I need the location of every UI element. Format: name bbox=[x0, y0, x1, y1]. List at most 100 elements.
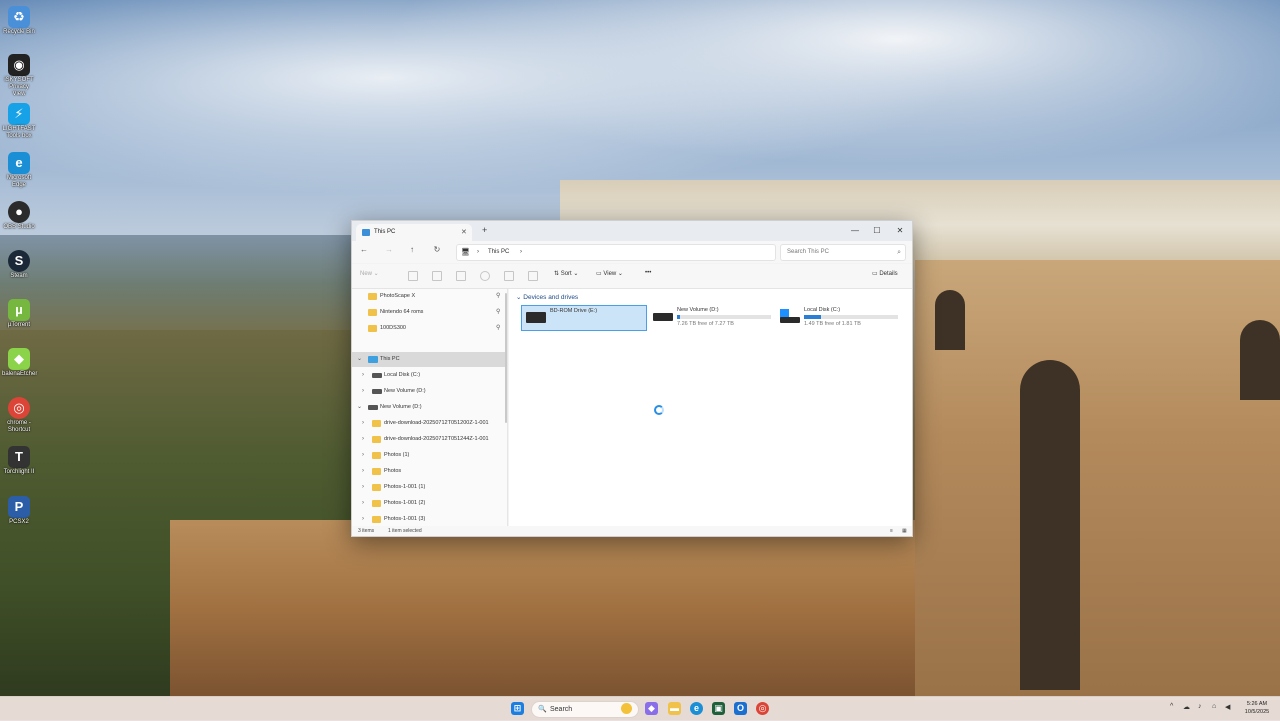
back-button[interactable]: ← bbox=[357, 245, 371, 254]
chevron-right-icon[interactable]: › bbox=[362, 480, 364, 495]
desktop-icon-chrome[interactable]: ◎ chrome - Shortcut bbox=[2, 397, 36, 434]
new-tab-button[interactable]: + bbox=[482, 225, 487, 235]
microphone-icon[interactable]: ♪ bbox=[1198, 703, 1202, 710]
file-explorer-icon[interactable]: ▬ bbox=[668, 702, 681, 715]
nav-item-pinned[interactable]: Nintendo 64 roms ⚲ bbox=[352, 305, 505, 320]
more-options-button[interactable]: ••• bbox=[645, 270, 651, 276]
drive-tile-new-volume[interactable]: New Volume (D:) 7.26 TB free of 7.27 TB bbox=[649, 305, 773, 329]
obs-icon: ● bbox=[8, 201, 30, 223]
nav-item-folder[interactable]: › Photos (1) bbox=[352, 448, 505, 463]
refresh-button[interactable]: ↻ bbox=[430, 245, 444, 254]
details-button[interactable]: ▭ Details bbox=[872, 270, 898, 277]
tab-this-pc[interactable]: This PC ✕ bbox=[356, 224, 472, 241]
desktop-icon-torchlight[interactable]: T Torchlight II bbox=[2, 446, 36, 476]
group-header-label: Devices and drives bbox=[523, 294, 579, 301]
desktop-icon-label: PCSX2 bbox=[9, 519, 29, 525]
cut-icon[interactable] bbox=[408, 271, 418, 281]
address-bar[interactable]: 🖥 › This PC › bbox=[456, 244, 776, 261]
drive-tile-bd-rom[interactable]: BD-ROM Drive (E:) bbox=[521, 305, 647, 331]
monitor-icon: 🖥 bbox=[461, 249, 470, 256]
up-button[interactable]: ↑ bbox=[405, 245, 419, 254]
tray-overflow-icon[interactable]: ^ bbox=[1170, 703, 1173, 710]
edge-icon[interactable]: e bbox=[690, 702, 703, 715]
nav-item-drive[interactable]: › New Volume (D:) bbox=[352, 384, 505, 399]
view-button[interactable]: ▭ View ⌄ bbox=[596, 270, 623, 277]
search-box[interactable]: Search This PC ⌕ bbox=[780, 244, 906, 261]
drive-tile-local-disk[interactable]: Local Disk (C:) 1.49 TB free of 1.81 TB bbox=[776, 305, 900, 329]
breadcrumb-this-pc[interactable]: This PC bbox=[488, 245, 509, 260]
new-button[interactable]: New ⌄ bbox=[360, 270, 379, 277]
nav-item-folder[interactable]: › Photos-1-001 (1) bbox=[352, 480, 505, 495]
desktop-icon-obs[interactable]: ● OBS Studio bbox=[2, 201, 36, 231]
desktop-icon-steam[interactable]: S Steam bbox=[2, 250, 36, 280]
close-window-button[interactable]: ✕ bbox=[889, 223, 911, 239]
sort-button[interactable]: ⇅ Sort ⌄ bbox=[554, 270, 578, 277]
nav-item-pinned[interactable]: PhotoScape X ⚲ bbox=[352, 289, 505, 304]
chevron-right-icon[interactable]: › bbox=[362, 496, 364, 511]
search-icon: 🔍 bbox=[538, 706, 547, 713]
nav-item-folder[interactable]: › Photos-1-001 (3) bbox=[352, 512, 505, 526]
chevron-right-icon[interactable]: › bbox=[362, 464, 364, 479]
chevron-right-icon[interactable]: › bbox=[362, 368, 364, 383]
folder-icon bbox=[368, 293, 377, 300]
store-icon[interactable]: ▣ bbox=[712, 702, 725, 715]
nav-item-pinned[interactable]: 100DS300 ⚲ bbox=[352, 321, 505, 336]
loading-spinner-icon bbox=[654, 405, 664, 415]
desktop-icon-privacy-view[interactable]: ◉ iSKYSOFT Privacy View bbox=[2, 54, 36, 98]
edge-icon: e bbox=[8, 152, 30, 174]
nav-item-folder[interactable]: › drive-download-20250712T051200Z-1-001 bbox=[352, 416, 505, 431]
view-label: View bbox=[603, 271, 617, 277]
file-explorer-window: This PC ✕ + — ☐ ✕ ← → ↑ ↻ 🖥 › This PC › … bbox=[351, 220, 913, 537]
list-view-icon[interactable]: ≡ bbox=[890, 526, 893, 536]
item-count: 3 items bbox=[358, 528, 375, 534]
nav-item-drive[interactable]: › Local Disk (C:) bbox=[352, 368, 505, 383]
maximize-button[interactable]: ☐ bbox=[866, 223, 888, 239]
copy-icon[interactable] bbox=[432, 271, 442, 281]
delete-icon[interactable] bbox=[528, 271, 538, 281]
pin-icon: ⚲ bbox=[496, 293, 501, 299]
chevron-right-icon[interactable]: › bbox=[362, 416, 364, 431]
chevron-right-icon[interactable]: › bbox=[362, 512, 364, 526]
desktop-icon-pcsx2[interactable]: P PCSX2 bbox=[2, 496, 36, 526]
desktop-icon-utorrent[interactable]: µ µTorrent bbox=[2, 299, 36, 329]
outlook-icon[interactable]: O bbox=[734, 702, 747, 715]
desktop-icon-tools-box[interactable]: ⚡ LIGHTFAST Tools box bbox=[2, 103, 36, 140]
nav-item-drive-expanded[interactable]: ⌄ New Volume (D:) bbox=[352, 400, 505, 415]
sort-label: Sort bbox=[560, 271, 572, 277]
nav-item-folder[interactable]: › drive-download-20250712T051244Z-1-001 bbox=[352, 432, 505, 447]
breadcrumb-separator[interactable]: › bbox=[477, 245, 479, 260]
chevron-down-icon[interactable]: ⌄ bbox=[357, 352, 362, 367]
cloud-icon[interactable]: ☁ bbox=[1183, 703, 1190, 711]
share-icon[interactable] bbox=[504, 271, 514, 281]
close-tab-icon[interactable]: ✕ bbox=[461, 224, 467, 241]
chevron-right-icon[interactable]: › bbox=[362, 384, 364, 399]
chevron-right-icon[interactable]: › bbox=[362, 432, 364, 447]
chevron-down-icon[interactable]: ⌄ bbox=[516, 294, 521, 301]
tile-view-icon[interactable]: ▦ bbox=[902, 526, 907, 536]
nav-item-this-pc[interactable]: ⌄ This PC bbox=[352, 352, 505, 367]
nav-item-folder[interactable]: › Photos bbox=[352, 464, 505, 479]
chevron-down-icon[interactable]: ⌄ bbox=[357, 400, 362, 415]
paste-icon[interactable] bbox=[456, 271, 466, 281]
windows-start-icon[interactable]: ⊞ bbox=[511, 702, 524, 715]
group-header-devices[interactable]: ⌄ Devices and drives bbox=[516, 293, 578, 301]
volume-icon[interactable]: ◀ bbox=[1225, 703, 1230, 711]
desktop-icon-edge[interactable]: e Microsoft Edge bbox=[2, 152, 36, 189]
minimize-button[interactable]: — bbox=[844, 223, 866, 239]
folder-icon bbox=[372, 516, 381, 523]
forward-button[interactable]: → bbox=[382, 245, 396, 254]
chevron-right-icon[interactable]: › bbox=[362, 448, 364, 463]
breadcrumb-separator[interactable]: › bbox=[520, 245, 522, 260]
taskbar-search[interactable]: 🔍 Search bbox=[531, 701, 639, 718]
navigation-scrollbar[interactable] bbox=[505, 293, 507, 423]
system-clock[interactable]: 5:26 AM 10/5/2025 bbox=[1238, 700, 1276, 716]
desktop-icon-recycle-bin[interactable]: ♻ Recycle Bin bbox=[2, 6, 36, 36]
nav-item-folder[interactable]: › Photos-1-001 (2) bbox=[352, 496, 505, 511]
network-icon[interactable]: ⌂ bbox=[1212, 703, 1216, 710]
pcsx2-icon: P bbox=[8, 496, 30, 518]
nav-item-label: drive-download-20250712T051244Z-1-001 bbox=[384, 436, 489, 442]
desktop-icon-etcher[interactable]: ◆ balenaEtcher bbox=[2, 348, 37, 378]
rename-icon[interactable] bbox=[480, 271, 490, 281]
chrome-icon[interactable]: ◎ bbox=[756, 702, 769, 715]
copilot-icon[interactable]: ◆ bbox=[645, 702, 658, 715]
